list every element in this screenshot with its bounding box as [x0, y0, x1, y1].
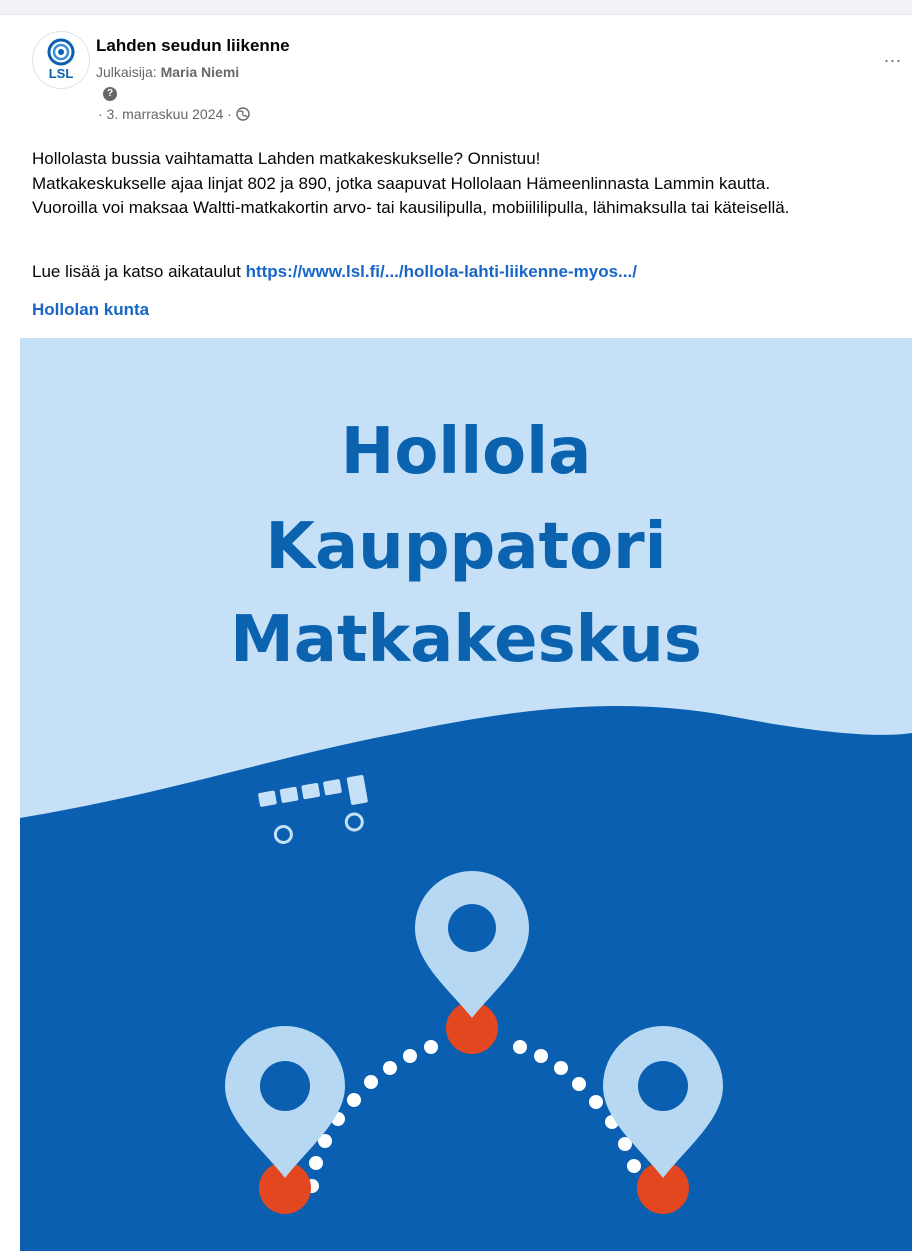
question-icon[interactable]: ? [103, 87, 117, 101]
post-link[interactable]: https://www.lsl.fi/.../hollola-lahti-lii… [246, 262, 637, 281]
read-more-line: Lue lisää ja katso aikataulut https://ww… [32, 262, 637, 282]
tagged-page-link[interactable]: Hollolan kunta [32, 300, 149, 319]
more-options-icon[interactable]: ... [884, 46, 902, 67]
title-line-2: Kauppatori [265, 510, 666, 584]
logo-text: LSL [49, 66, 74, 81]
tag-line: Hollolan kunta [32, 300, 149, 320]
post-image[interactable]: Hollola Kauppatori Matkakeskus [20, 338, 912, 1251]
post-date[interactable]: · 3. marraskuu 2024 · [98, 106, 232, 122]
body-line: Vuoroilla voi maksaa Waltti-matkakortin … [32, 198, 790, 217]
lsl-logo-icon: LSL [47, 38, 75, 81]
page-avatar[interactable]: LSL [32, 31, 90, 89]
top-bar [0, 0, 912, 15]
publisher-name[interactable]: Maria Niemi [161, 64, 240, 80]
title-line-3: Matkakeskus [230, 603, 702, 677]
read-more-prefix: Lue lisää ja katso aikataulut [32, 262, 241, 281]
post-meta: · 3. marraskuu 2024 · [98, 106, 250, 122]
post-body: Hollolasta bussia vaihtamatta Lahden mat… [32, 147, 902, 221]
publisher-label: Julkaisija: [96, 64, 157, 80]
title-line-1: Hollola [341, 415, 592, 489]
globe-icon [236, 107, 250, 121]
publisher-line: Julkaisija: Maria Niemi [96, 64, 239, 80]
page-name[interactable]: Lahden seudun liikenne [96, 36, 290, 56]
body-line: Matkakeskukselle ajaa linjat 802 ja 890,… [32, 173, 771, 193]
body-line: Hollolasta bussia vaihtamatta Lahden mat… [32, 149, 541, 168]
